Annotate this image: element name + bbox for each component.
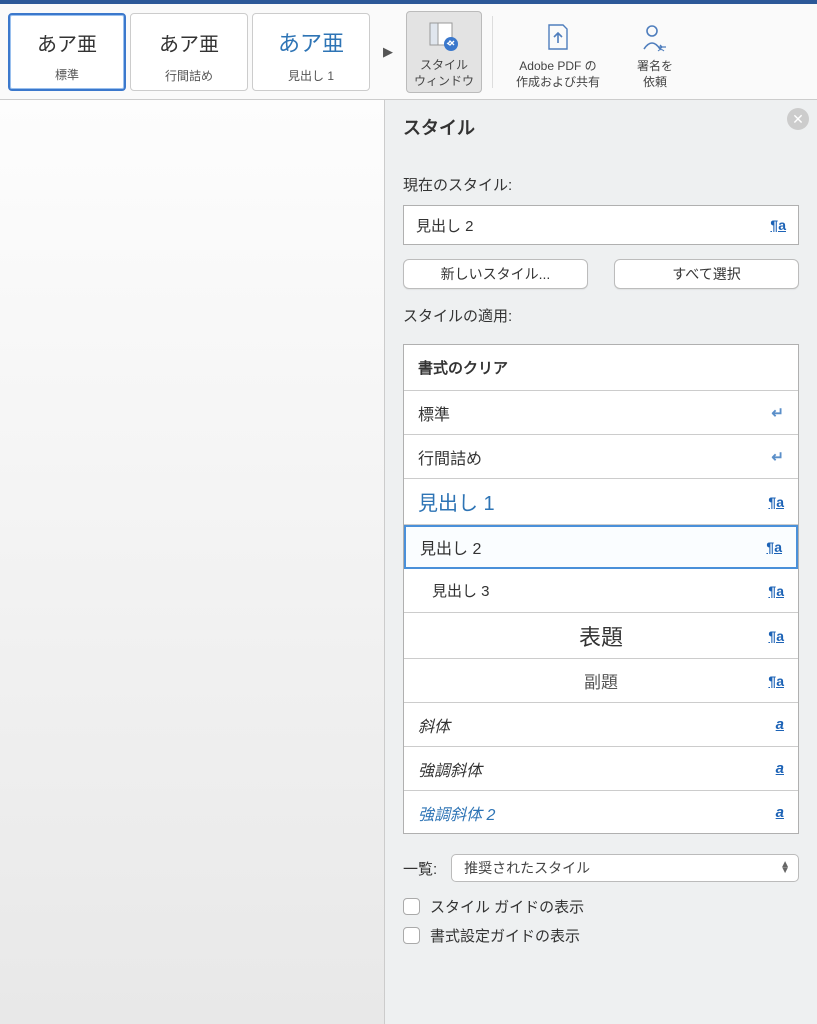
char-style-icon: a <box>776 804 784 821</box>
char-style-icon: a <box>776 716 784 733</box>
request-signature-button[interactable]: 署名を 依頼 <box>617 11 693 93</box>
document-area <box>0 100 385 1024</box>
button-label: Adobe PDF の 作成および共有 <box>516 59 600 90</box>
select-all-button[interactable]: すべて選択 <box>614 259 799 289</box>
adobe-pdf-button[interactable]: Adobe PDF の 作成および共有 <box>503 11 613 93</box>
style-gallery-more-button[interactable]: ▶ <box>374 13 402 91</box>
style-preview: あア亜 <box>278 22 344 63</box>
current-style-box[interactable]: 見出し 2 ¶a <box>403 205 799 245</box>
apply-style-label: スタイルの適用: <box>403 305 799 326</box>
ribbon: あア亜 標準 あア亜 行間詰め あア亜 見出し 1 ▶ スタイル ウィンドウ <box>0 0 817 100</box>
style-label: 見出し 1 <box>253 63 369 90</box>
style-name: 斜体 <box>418 713 450 737</box>
paragraph-style-icon: ¶a <box>770 217 786 233</box>
style-item-italic[interactable]: 斜体 a <box>404 703 798 747</box>
checkbox-format-guide[interactable]: 書式設定ガイドの表示 <box>403 925 799 946</box>
styles-panel: ✕ スタイル 現在のスタイル: 見出し 2 ¶a 新しいスタイル... すべて選… <box>385 100 817 1024</box>
style-tile-normal[interactable]: あア亜 標準 <box>8 13 126 91</box>
panel-title: スタイル <box>403 114 799 140</box>
style-name: 表題 <box>579 620 623 652</box>
style-name: 見出し 2 <box>420 535 481 559</box>
checkbox-style-guide[interactable]: スタイル ガイドの表示 <box>403 896 799 917</box>
style-list[interactable]: 書式のクリア 標準 ↵ 行間詰め ↵ 見出し 1 ¶a 見出し 2 ¶a 見出し… <box>403 344 799 834</box>
style-preview: あア亜 <box>37 23 97 62</box>
button-label: スタイル ウィンドウ <box>414 58 474 89</box>
style-name: 強調斜体 <box>418 757 482 781</box>
checkbox-label: 書式設定ガイドの表示 <box>430 925 580 946</box>
style-item-title[interactable]: 表題 ¶a <box>404 613 798 659</box>
style-item-emphasis-italic[interactable]: 強調斜体 a <box>404 747 798 791</box>
style-name: 書式のクリア <box>418 357 508 378</box>
paragraph-style-icon: ¶a <box>768 673 784 689</box>
style-item-nospacing[interactable]: 行間詰め ↵ <box>404 435 798 479</box>
list-label: 一覧: <box>403 858 437 879</box>
style-preview: あア亜 <box>159 22 219 63</box>
style-name: 副題 <box>584 668 618 693</box>
checkbox-input[interactable] <box>403 898 420 915</box>
style-item-emphasis-italic2[interactable]: 強調斜体 2 a <box>404 791 798 834</box>
close-panel-button[interactable]: ✕ <box>787 108 809 130</box>
list-filter-row: 一覧: 推奨されたスタイル ▲▼ <box>403 854 799 882</box>
style-name: 見出し 3 <box>432 580 490 601</box>
style-filter-dropdown[interactable]: 推奨されたスタイル ▲▼ <box>451 854 799 882</box>
dropdown-value: 推奨されたスタイル <box>464 858 590 878</box>
paragraph-icon: ↵ <box>771 404 784 422</box>
current-style-label: 現在のスタイル: <box>403 174 799 195</box>
checkbox-label: スタイル ガイドの表示 <box>430 896 584 917</box>
main-area: ✕ スタイル 現在のスタイル: 見出し 2 ¶a 新しいスタイル... すべて選… <box>0 100 817 1024</box>
style-tile-heading1[interactable]: あア亜 見出し 1 <box>252 13 370 91</box>
new-style-button[interactable]: 新しいスタイル... <box>403 259 588 289</box>
checkbox-input[interactable] <box>403 927 420 944</box>
separator <box>492 16 493 88</box>
signature-icon <box>638 21 672 55</box>
style-item-heading1[interactable]: 見出し 1 ¶a <box>404 479 798 525</box>
triangle-right-icon: ▶ <box>383 44 393 60</box>
style-name: 行間詰め <box>418 445 482 469</box>
style-item-heading2[interactable]: 見出し 2 ¶a <box>404 525 798 569</box>
style-item-subtitle[interactable]: 副題 ¶a <box>404 659 798 703</box>
paragraph-style-icon: ¶a <box>768 628 784 644</box>
char-style-icon: a <box>776 760 784 777</box>
style-tile-nospacing[interactable]: あア亜 行間詰め <box>130 13 248 91</box>
styles-window-button[interactable]: スタイル ウィンドウ <box>406 11 482 93</box>
style-name: 標準 <box>418 401 450 425</box>
style-item-heading3[interactable]: 見出し 3 ¶a <box>404 569 798 613</box>
style-item-clear[interactable]: 書式のクリア <box>404 345 798 391</box>
button-label: 署名を 依頼 <box>637 59 673 90</box>
chevron-updown-icon: ▲▼ <box>780 862 790 874</box>
paragraph-style-icon: ¶a <box>766 539 782 555</box>
styles-window-icon <box>427 20 461 54</box>
current-style-text: 見出し 2 <box>416 215 474 236</box>
paragraph-style-icon: ¶a <box>768 583 784 599</box>
style-item-normal[interactable]: 標準 ↵ <box>404 391 798 435</box>
close-icon: ✕ <box>792 111 804 128</box>
pdf-share-icon <box>541 21 575 55</box>
style-name: 強調斜体 2 <box>418 801 495 825</box>
button-row: 新しいスタイル... すべて選択 <box>403 259 799 289</box>
paragraph-icon: ↵ <box>771 448 784 466</box>
style-name: 見出し 1 <box>418 487 495 516</box>
style-label: 標準 <box>10 62 124 89</box>
style-label: 行間詰め <box>131 63 247 90</box>
style-gallery: あア亜 標準 あア亜 行間詰め あア亜 見出し 1 ▶ <box>8 13 402 91</box>
paragraph-style-icon: ¶a <box>768 494 784 510</box>
